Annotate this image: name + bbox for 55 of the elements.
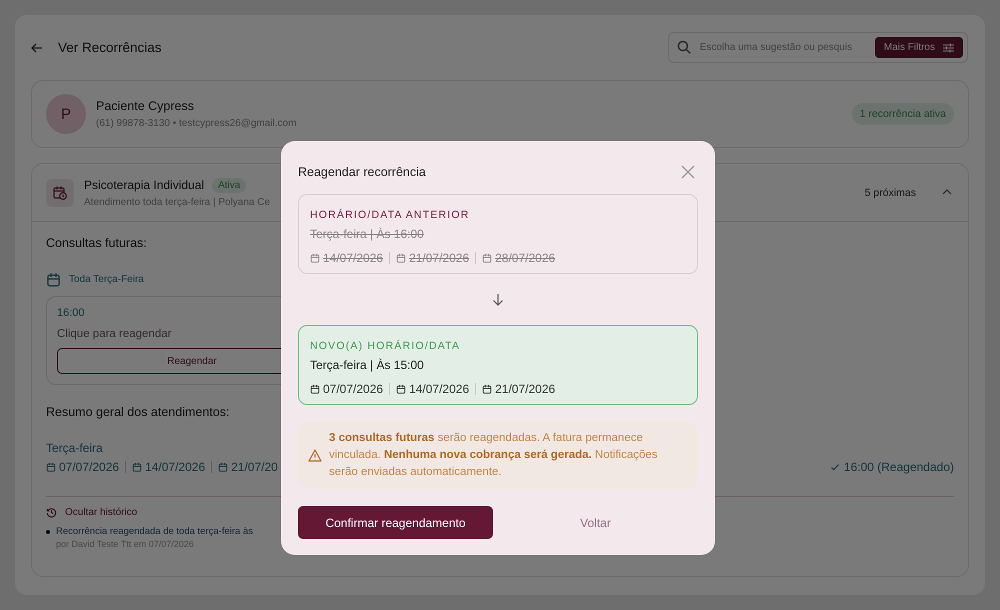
status-badge: 1 recorrência ativa (852, 103, 954, 125)
date-text: 21/07/2026 (495, 382, 556, 396)
history-toggle[interactable]: Ocultar histórico (65, 507, 138, 518)
date-text: 28/07/2026 (495, 251, 556, 265)
calendar-icon (218, 462, 228, 472)
warning-message: 3 consultas futuras serão reagendadas. A fatura permanece vinculada. Nenhuma nova cobrança será gerada. Notificações serão enviadas automaticamente. (329, 430, 659, 480)
page-title: Ver Recorrências (58, 40, 163, 55)
search-field[interactable]: Escolha uma sugestão ou pesquis Mais Filtros (668, 32, 968, 63)
patient-name: Paciente Cypress (96, 99, 195, 113)
more-filters-button[interactable]: Mais Filtros (874, 37, 963, 58)
upcoming-count: 5 próximas (864, 186, 916, 198)
slot-hint: Clique para reagendar (57, 328, 172, 340)
summary-status: 16:00 (Reagendado) (844, 460, 954, 474)
back-arrow-icon[interactable] (31, 42, 43, 52)
back-button[interactable]: Voltar (493, 514, 698, 530)
calendar-icon (46, 462, 56, 472)
arrow-down-icon (492, 293, 504, 306)
avatar: P (46, 94, 86, 134)
history-entry: Recorrência reagendada de toda terça-feira às (56, 526, 253, 537)
calendar-icon (310, 253, 320, 263)
status-badge: Ativa (212, 178, 246, 192)
calendar-icon (396, 253, 406, 263)
confirm-button[interactable]: Confirmar reagendamento (298, 506, 493, 539)
calendar-clock-icon (46, 178, 74, 206)
section-heading: Consultas futuras: (46, 236, 147, 250)
date-text: 21/07/20 (231, 460, 278, 474)
history-icon (46, 507, 57, 518)
schedule-text: Terça-feira | Às 16:00 (310, 227, 425, 241)
schedule-label: HORÁRIO/DATA ANTERIOR (310, 209, 471, 221)
calendar-icon (46, 272, 61, 287)
search-icon (677, 40, 692, 55)
sliders-icon (943, 42, 954, 52)
close-icon[interactable] (681, 164, 695, 178)
date-text: 14/07/2026 (409, 382, 470, 396)
section-heading: Resumo geral dos atendimentos: (46, 405, 230, 419)
check-icon (830, 462, 840, 472)
date-text: 07/07/2026 (323, 382, 384, 396)
date-text: 14/07/2026 (323, 251, 384, 265)
warning-icon (308, 448, 322, 462)
bullet-icon (46, 530, 50, 534)
service-title: Psicoterapia Individual (84, 178, 204, 192)
patient-contact: (61) 99878-3130 • testcypress26@gmail.com (96, 118, 298, 129)
calendar-icon (482, 253, 492, 263)
date-text: 07/07/2026 (59, 460, 120, 474)
calendar-icon (310, 384, 320, 394)
date-text: 21/07/2026 (409, 251, 470, 265)
modal-title: Reagendar recorrência (298, 164, 426, 178)
calendar-icon (132, 462, 142, 472)
summary-day: Terça-feira (46, 441, 103, 455)
service-subtitle: Atendimento toda terça-feira | Polyana Ce (84, 196, 272, 208)
calendar-icon (396, 384, 406, 394)
weekday-label: Toda Terça-Feira (69, 274, 144, 285)
calendar-icon (482, 384, 492, 394)
date-text: 14/07/2026 (145, 460, 206, 474)
slot-time: 16:00 (57, 307, 86, 319)
